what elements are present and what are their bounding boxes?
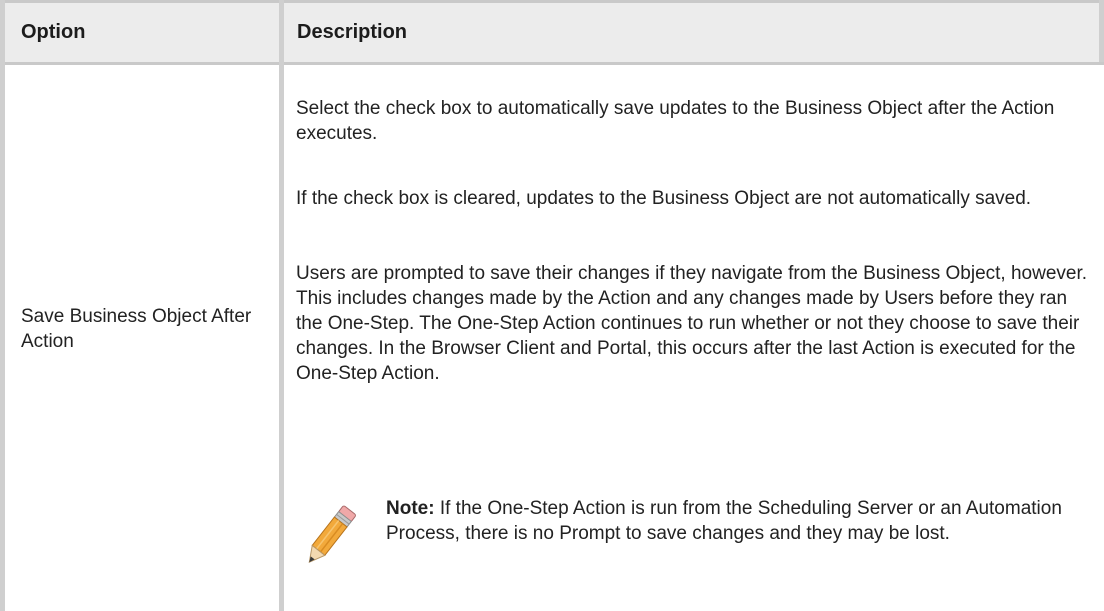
options-table: Option Description Save Business Object … (0, 0, 1104, 611)
note-body: If the One-Step Action is run from the S… (386, 498, 1062, 544)
note-label: Note: (386, 498, 435, 519)
header-description: Description (297, 21, 408, 43)
header-option: Option (21, 21, 86, 43)
pencil-icon (300, 501, 358, 573)
description-paragraph-3: Users are prompted to save their changes… (296, 263, 1088, 384)
table-right-border (1099, 0, 1104, 62)
description-paragraph-1: Select the check box to automatically sa… (296, 98, 1055, 144)
table-header: Option Description (0, 0, 1104, 62)
note-text: Note: If the One-Step Action is run from… (386, 496, 1086, 546)
header-divider (0, 62, 1104, 65)
column-divider (279, 0, 284, 611)
table-left-border (0, 0, 5, 611)
description-paragraph-2: If the check box is cleared, updates to … (296, 188, 1032, 209)
note-callout: Note: If the One-Step Action is run from… (296, 496, 1096, 606)
row-option-cell: Save Business Object After Action (21, 306, 252, 352)
